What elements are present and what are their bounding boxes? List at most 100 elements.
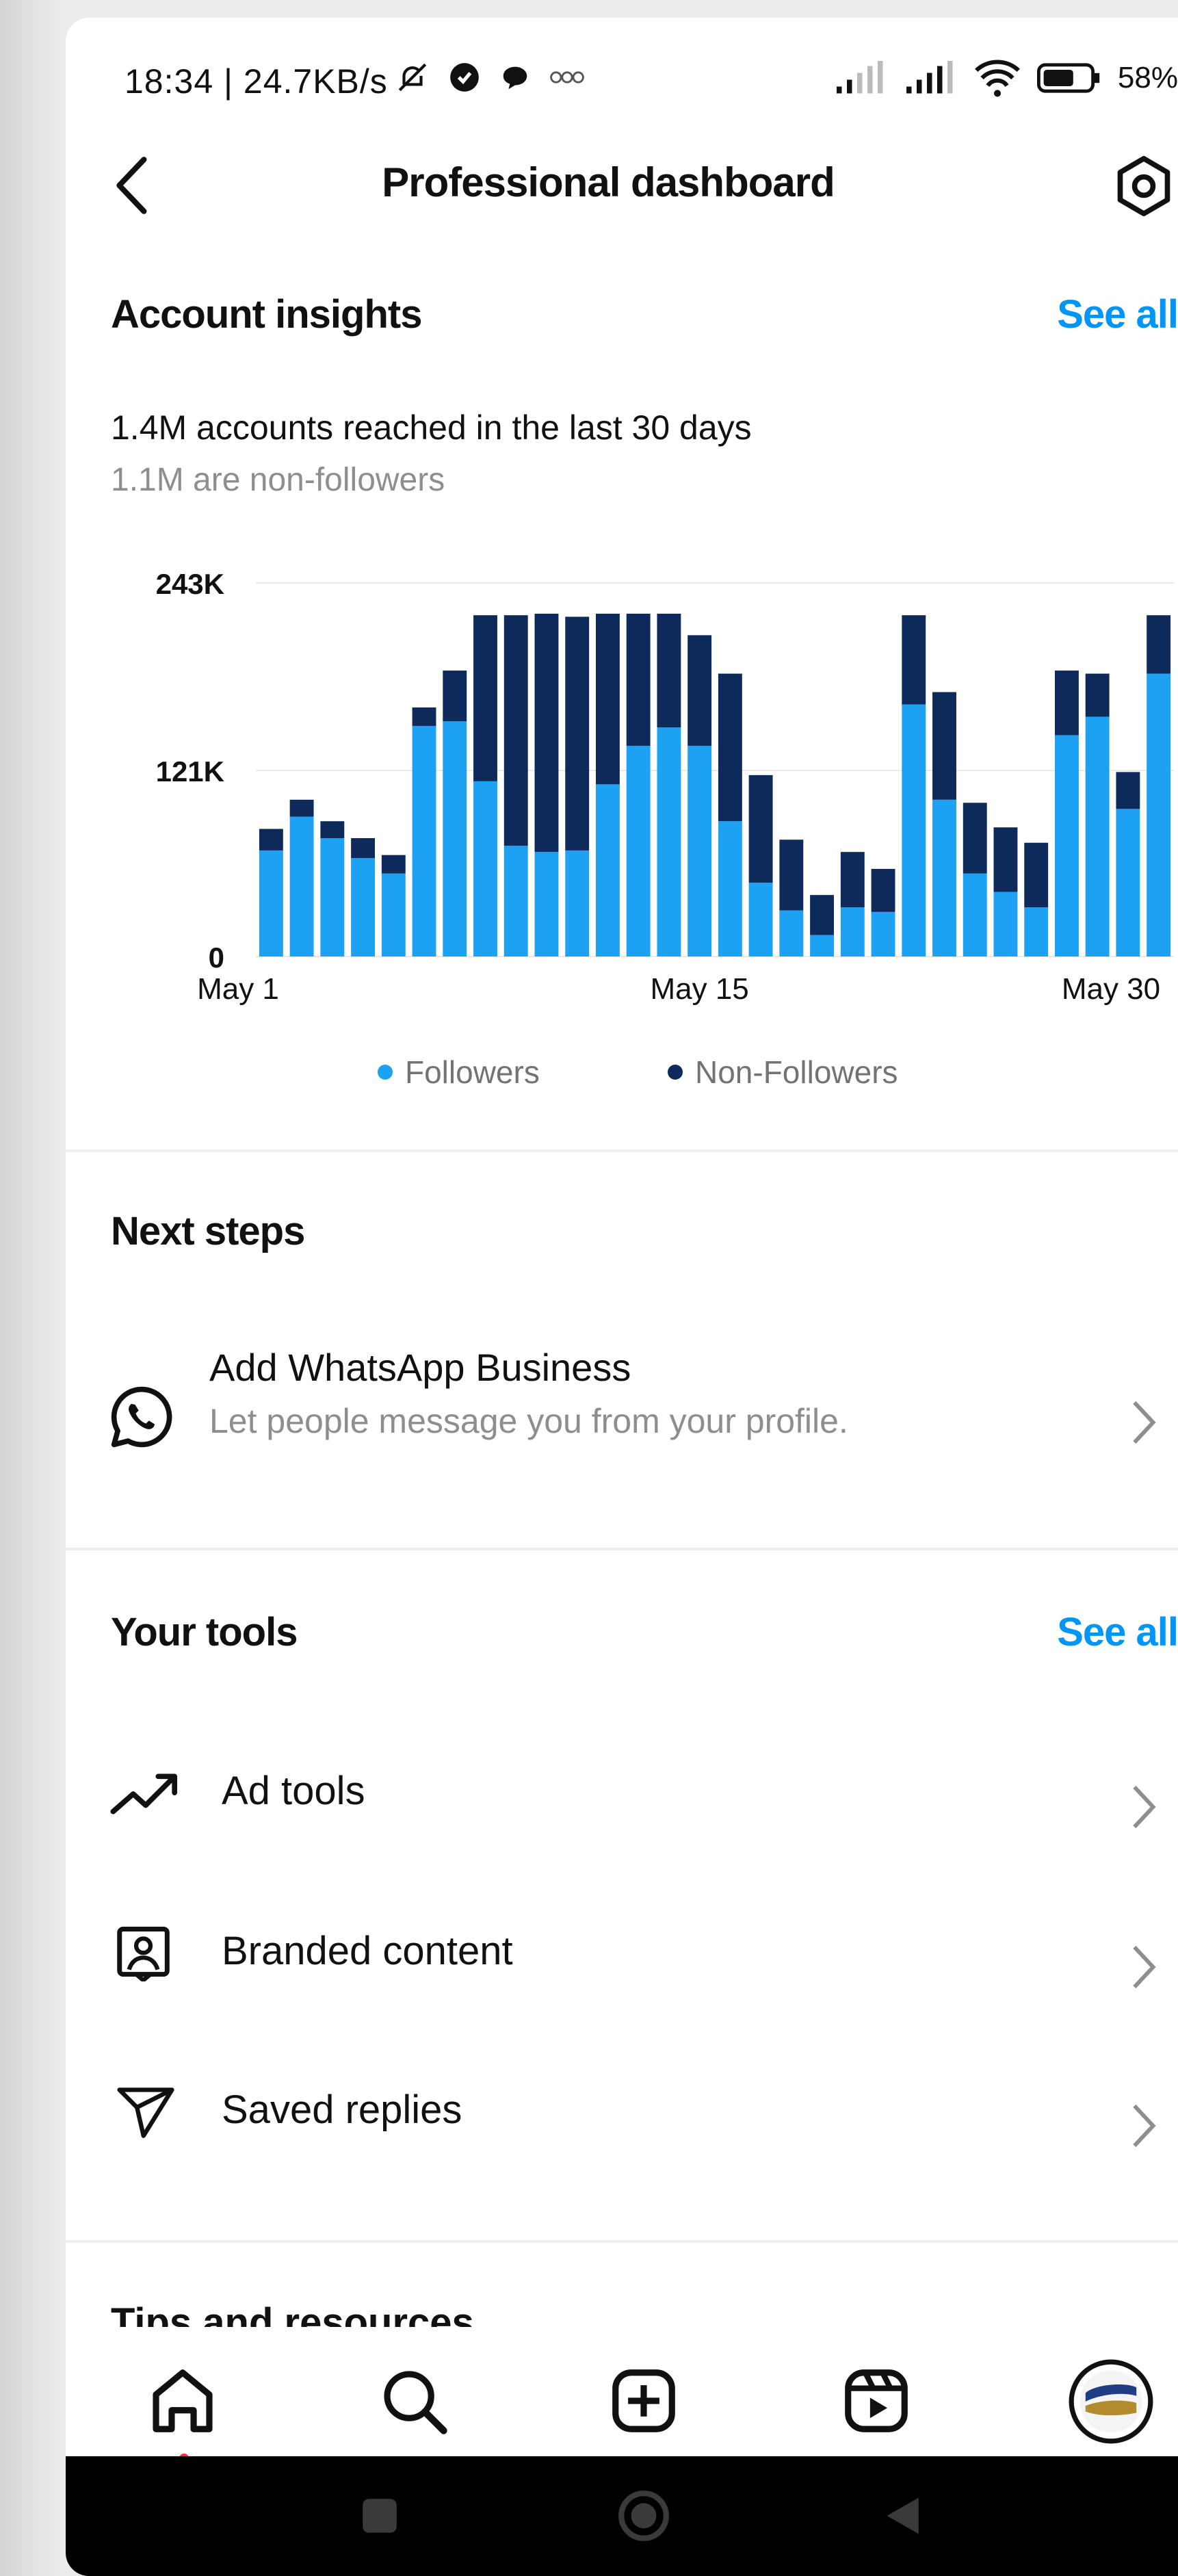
bar-non-followers[interactable] <box>595 613 620 785</box>
bar-non-followers[interactable] <box>871 868 895 912</box>
bar-non-followers[interactable] <box>718 673 742 822</box>
bar-followers[interactable] <box>718 821 742 957</box>
recents-square-icon[interactable] <box>358 2495 401 2537</box>
paper-plane-icon <box>117 2087 174 2138</box>
bar-followers[interactable] <box>902 704 926 957</box>
bar-non-followers[interactable] <box>1024 842 1049 908</box>
bar-followers[interactable] <box>259 850 283 957</box>
bar-followers[interactable] <box>1147 673 1171 957</box>
bar-non-followers[interactable] <box>779 840 804 911</box>
bar-followers[interactable] <box>381 873 406 957</box>
bar-followers[interactable] <box>1116 809 1140 957</box>
bar-non-followers[interactable] <box>503 615 528 846</box>
bar-non-followers[interactable] <box>351 837 376 859</box>
bar-followers[interactable] <box>993 892 1018 957</box>
insights-see-all-link[interactable]: See all <box>1057 291 1178 337</box>
gear-icon[interactable] <box>1112 155 1175 218</box>
bar-followers[interactable] <box>688 746 712 957</box>
whatsapp-icon <box>111 1386 172 1448</box>
bar-non-followers[interactable] <box>534 613 559 853</box>
bar-followers[interactable] <box>534 852 559 957</box>
bar-followers[interactable] <box>289 816 314 957</box>
voice-icon <box>550 71 584 83</box>
bar-followers[interactable] <box>840 907 865 957</box>
bar-non-followers[interactable] <box>381 855 406 874</box>
bar-non-followers[interactable] <box>1054 671 1079 736</box>
bar-followers[interactable] <box>1024 907 1049 957</box>
profile-avatar-icon[interactable] <box>1069 2359 1153 2444</box>
chevron-right-icon <box>1133 2104 1156 2148</box>
bar-followers[interactable] <box>748 883 773 957</box>
bar-non-followers[interactable] <box>932 692 956 800</box>
bar-followers[interactable] <box>320 837 345 957</box>
reach-summary: 1.4M accounts reached in the last 30 day… <box>111 408 752 447</box>
bar-followers[interactable] <box>1054 735 1079 957</box>
bar-non-followers[interactable] <box>1147 615 1171 674</box>
legend-followers: Followers <box>378 1054 540 1091</box>
bar-non-followers[interactable] <box>657 613 681 728</box>
reels-icon[interactable] <box>839 2363 914 2438</box>
bar-followers[interactable] <box>810 935 835 957</box>
bar-non-followers[interactable] <box>320 821 345 838</box>
whatsapp-business-row[interactable]: Add WhatsApp Business Let people message… <box>66 1342 1178 1479</box>
x-tick-label: May 30 <box>1062 972 1160 1006</box>
bar-non-followers[interactable] <box>1085 673 1110 717</box>
status-bar: 18:34 | 24.7KB/s 58% <box>66 18 1178 120</box>
bar-followers[interactable] <box>565 850 590 957</box>
bar-followers[interactable] <box>657 727 681 957</box>
bar-non-followers[interactable] <box>289 799 314 817</box>
back-triangle-icon[interactable] <box>882 2493 928 2538</box>
status-icons-right: 58% <box>833 59 1178 97</box>
y-tick-label: 121K <box>156 755 224 788</box>
shield-icon <box>450 63 479 92</box>
bar-non-followers[interactable] <box>443 671 467 722</box>
bar-non-followers[interactable] <box>963 803 987 874</box>
bar-non-followers[interactable] <box>993 827 1018 892</box>
chevron-right-icon <box>1133 1945 1156 1989</box>
bar-non-followers[interactable] <box>902 615 926 705</box>
signal-icon <box>836 61 883 94</box>
add-icon[interactable] <box>606 2363 681 2438</box>
bar-followers[interactable] <box>626 746 651 957</box>
bar-followers[interactable] <box>871 911 895 957</box>
bar-followers[interactable] <box>473 781 497 957</box>
bar-non-followers[interactable] <box>748 775 773 883</box>
mute-bell-icon <box>398 63 427 92</box>
bar-followers[interactable] <box>932 799 956 957</box>
bar-followers[interactable] <box>351 858 376 957</box>
bar-non-followers[interactable] <box>810 895 835 935</box>
bar-followers[interactable] <box>1085 716 1110 957</box>
search-icon[interactable] <box>376 2363 451 2438</box>
next-steps-title: Next steps <box>111 1209 305 1253</box>
y-tick-label: 0 <box>209 941 224 974</box>
bar-non-followers[interactable] <box>259 829 283 850</box>
status-time: 18:34 | 24.7KB/s <box>125 62 388 101</box>
tool-row-branded-content[interactable]: Branded content <box>66 1895 1178 2032</box>
wifi-icon <box>975 60 1020 97</box>
bar-followers[interactable] <box>412 725 436 957</box>
bar-followers[interactable] <box>443 721 467 957</box>
tools-see-all-link[interactable]: See all <box>1057 1609 1178 1655</box>
section-divider <box>66 1548 1178 1550</box>
account-insights-title: Account insights <box>111 292 422 337</box>
bar-followers[interactable] <box>595 784 620 957</box>
bar-followers[interactable] <box>503 846 528 957</box>
chevron-right-icon <box>1133 1401 1156 1444</box>
bar-non-followers[interactable] <box>840 852 865 908</box>
bar-non-followers[interactable] <box>626 613 651 746</box>
legend-followers-label: Followers <box>405 1054 540 1090</box>
section-divider <box>66 1149 1178 1152</box>
tool-row-ad-tools[interactable]: Ad tools <box>66 1735 1178 1872</box>
bar-non-followers[interactable] <box>1116 772 1140 809</box>
home-icon[interactable] <box>145 2363 220 2438</box>
bar-followers[interactable] <box>779 910 804 957</box>
bar-non-followers[interactable] <box>412 707 436 726</box>
tool-row-saved-replies[interactable]: Saved replies <box>66 2054 1178 2191</box>
non-followers-summary: 1.1M are non-followers <box>111 462 445 498</box>
bar-non-followers[interactable] <box>565 616 590 850</box>
bar-non-followers[interactable] <box>473 615 497 781</box>
bar-non-followers[interactable] <box>688 635 712 746</box>
bar-followers[interactable] <box>963 873 987 957</box>
home-circle-icon[interactable] <box>616 2488 672 2544</box>
battery-icon <box>1036 63 1100 93</box>
